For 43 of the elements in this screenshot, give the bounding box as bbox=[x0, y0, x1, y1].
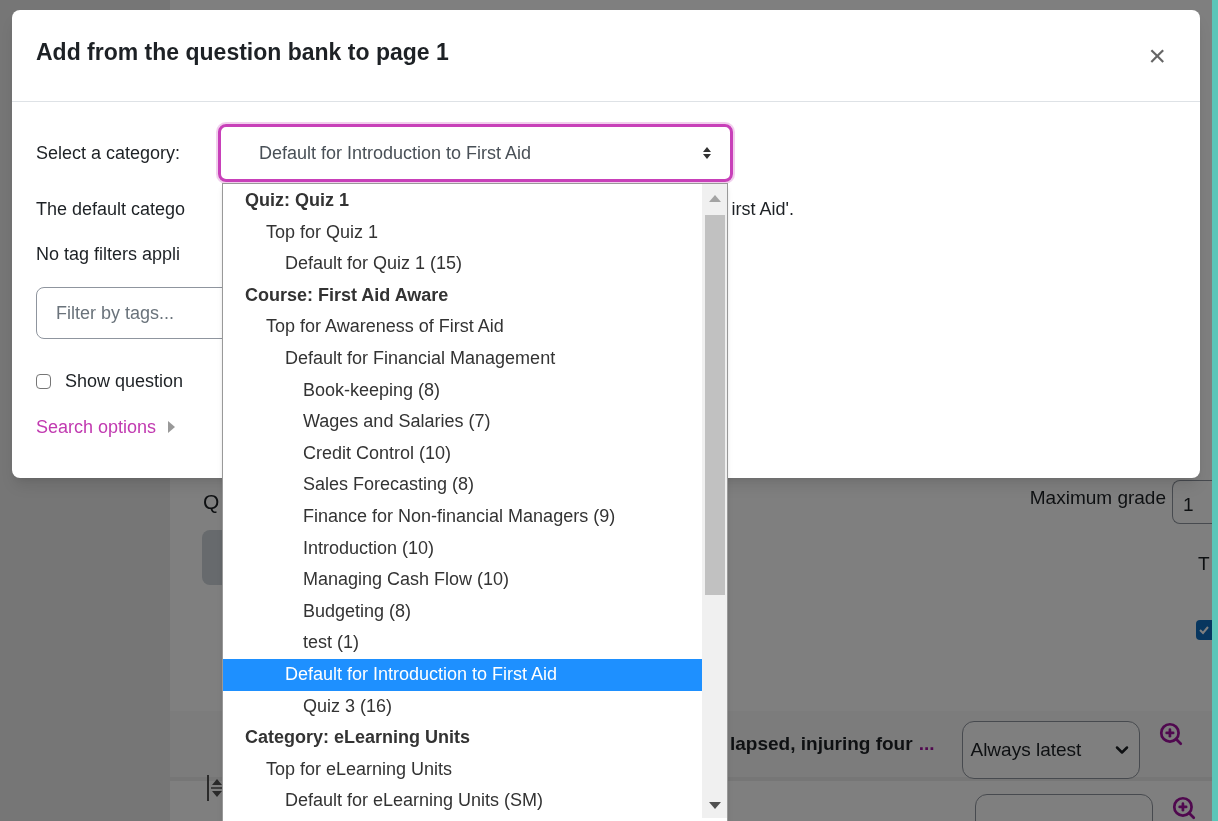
category-option[interactable]: Budgeting (8) bbox=[223, 595, 702, 628]
zoom-in-icon[interactable] bbox=[1158, 721, 1185, 747]
search-options-link[interactable]: Search options bbox=[36, 413, 157, 441]
category-option[interactable]: Default for Quiz 1 (15) bbox=[223, 248, 702, 280]
category-option[interactable]: test (1) bbox=[223, 627, 702, 659]
category-option[interactable]: Finance for Non-financial Managers (9) bbox=[223, 500, 702, 533]
category-option[interactable]: Default for eLearning Units (SM) bbox=[223, 785, 702, 817]
section-heading: Q bbox=[203, 489, 220, 515]
scroll-down-arrow-icon[interactable] bbox=[708, 802, 721, 809]
scrollbar-thumb[interactable] bbox=[704, 215, 725, 595]
category-option[interactable]: Default for Financial Management bbox=[223, 342, 702, 375]
show-question-text-label: Show question bbox=[65, 369, 184, 393]
max-grade-label: Maximum grade bbox=[1029, 486, 1166, 510]
show-question-text-checkbox[interactable] bbox=[36, 373, 51, 389]
dialog-title: Add from the question bank to page 1 bbox=[36, 38, 450, 68]
category-option[interactable]: Top for Quiz 1 bbox=[223, 216, 702, 249]
category-option[interactable]: Top for eLearning Units bbox=[223, 753, 702, 786]
expand-triangle-icon bbox=[168, 421, 176, 433]
category-option[interactable]: Managing Cash Flow (10) bbox=[223, 564, 702, 596]
reorder-icon[interactable] bbox=[207, 775, 223, 801]
scroll-up-arrow-icon[interactable] bbox=[708, 195, 721, 202]
total-label: T bbox=[1198, 552, 1211, 576]
category-label: Select a category: bbox=[36, 141, 182, 165]
question-name: lapsed, injuring four bbox=[730, 731, 913, 756]
default-category-note: The default catego bbox=[36, 197, 186, 221]
check-icon bbox=[1199, 625, 1209, 636]
category-option[interactable]: Book-keeping (8) bbox=[223, 374, 702, 407]
tag-filter-note: No tag filters appli bbox=[36, 242, 181, 266]
category-option[interactable]: Credit Control (10) bbox=[223, 437, 702, 470]
sort-arrows-icon bbox=[702, 146, 712, 160]
default-category-note: irst Aid'. bbox=[731, 197, 794, 221]
category-option[interactable]: Sales Forecasting (8) bbox=[223, 469, 702, 501]
category-option[interactable]: Introduction (10) bbox=[223, 532, 702, 565]
category-option[interactable]: Wages and Salaries (7) bbox=[223, 406, 702, 438]
category-select[interactable]: Default for Introduction to First Aid bbox=[218, 124, 733, 182]
close-button[interactable]: × bbox=[1142, 40, 1172, 71]
zoom-in-icon[interactable] bbox=[1171, 795, 1197, 821]
scrollbar[interactable] bbox=[702, 184, 727, 818]
option-group-label: Category: eLearning Units bbox=[244, 726, 472, 750]
category-option[interactable]: Quiz 3 (16) bbox=[223, 690, 702, 723]
version-select[interactable]: Always latest bbox=[962, 721, 1141, 779]
option-group-label: Quiz: Quiz 1 bbox=[244, 189, 350, 212]
select-all-checkbox[interactable] bbox=[1196, 620, 1212, 641]
